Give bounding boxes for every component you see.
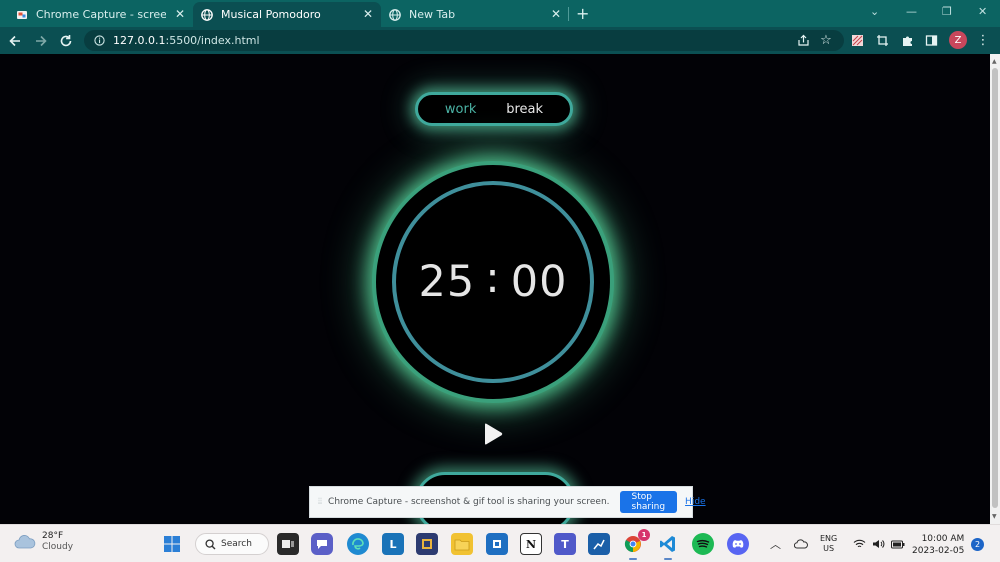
timer-minutes: 25 <box>418 257 476 307</box>
windows-taskbar: 28°F Cloudy Search L N T 1 ︿ ENG US 10:0… <box>0 524 1000 562</box>
bookmark-star-icon[interactable]: ☆ <box>817 32 835 49</box>
restore-button[interactable]: ❐ <box>942 5 952 18</box>
language-code: ENG <box>820 534 838 543</box>
task-view-icon[interactable] <box>277 533 299 555</box>
extensions-puzzle-icon[interactable] <box>898 32 916 49</box>
region-code: US <box>823 544 835 553</box>
close-tab-icon[interactable]: ✕ <box>551 8 561 20</box>
tab-separator <box>568 7 569 21</box>
info-icon[interactable] <box>94 35 105 46</box>
search-label: Search <box>221 539 252 549</box>
chrome-badge: 1 <box>638 529 650 541</box>
profile-avatar[interactable]: Z <box>949 31 967 49</box>
tab-chrome-capture[interactable]: Chrome Capture - screenshot & gif tool ✕ <box>8 2 193 27</box>
close-tab-icon[interactable]: ✕ <box>175 8 185 20</box>
reload-icon <box>60 34 72 46</box>
cloud-icon <box>14 535 36 549</box>
volume-icon[interactable] <box>872 525 885 562</box>
file-explorer-icon[interactable] <box>451 533 473 555</box>
weather-temperature: 28°F <box>42 531 64 541</box>
language-indicator[interactable]: ENG US <box>820 525 837 562</box>
vscode-icon[interactable] <box>657 533 679 560</box>
mouse-cursor-icon <box>502 280 514 294</box>
tab-title: Chrome Capture - screenshot & gif tool <box>36 8 166 21</box>
tab-title: New Tab <box>409 8 456 21</box>
windows-start-icon[interactable] <box>161 533 183 555</box>
tab-musical-pomodoro[interactable]: Musical Pomodoro ✕ <box>193 2 381 27</box>
notification-badge[interactable]: 2 <box>971 538 984 551</box>
browser-toolbar: 127.0.0.1:5500/index.html ☆ ⋮ <box>0 27 1000 54</box>
tab-title: Musical Pomodoro <box>221 8 321 21</box>
taskbar-search[interactable]: Search <box>195 533 269 555</box>
scroll-up-icon[interactable]: ▲ <box>992 58 997 65</box>
chrome-capture-icon <box>16 9 28 21</box>
mode-toggle: work break <box>415 92 573 126</box>
system-clock[interactable]: 10:00 AM 2023-02-05 <box>912 533 964 557</box>
mode-break-button[interactable]: break <box>506 102 543 117</box>
weather-widget[interactable]: 28°F Cloudy <box>14 531 73 553</box>
timer-separator: : <box>485 253 501 303</box>
globe-icon <box>389 8 401 21</box>
address-bar[interactable]: 127.0.0.1:5500/index.html <box>84 30 844 51</box>
sharing-message: Chrome Capture - screenshot & gif tool i… <box>328 497 610 507</box>
close-window-button[interactable]: ✕ <box>978 5 987 18</box>
battery-icon[interactable] <box>891 525 905 562</box>
lms-app-icon[interactable]: L <box>382 533 404 555</box>
clock-time: 10:00 AM <box>921 534 965 544</box>
timer-seconds: 00 <box>510 257 568 307</box>
teams-icon[interactable]: T <box>554 533 576 555</box>
menu-kebab-icon[interactable]: ⋮ <box>974 32 992 49</box>
screen: Chrome Capture - screenshot & gif tool ✕… <box>0 0 1000 562</box>
chrome-capture-extension-icon[interactable] <box>848 32 866 49</box>
store-app-icon[interactable] <box>486 533 508 555</box>
page-scrollbar[interactable]: ▲ ▼ <box>990 54 1000 524</box>
back-button[interactable] <box>6 32 24 49</box>
arrow-right-icon <box>36 35 47 46</box>
wifi-icon[interactable] <box>853 525 866 562</box>
globe-icon <box>201 8 213 21</box>
tab-strip: Chrome Capture - screenshot & gif tool ✕… <box>0 0 1000 27</box>
weather-condition: Cloudy <box>42 542 74 552</box>
drag-handle-icon[interactable]: ⦙⦙ <box>318 497 322 507</box>
spotify-icon[interactable] <box>692 533 714 555</box>
chat-icon[interactable] <box>311 533 333 555</box>
chart-app-icon[interactable] <box>588 533 610 555</box>
scroll-down-icon[interactable]: ▼ <box>992 513 997 520</box>
share-icon[interactable] <box>794 32 812 49</box>
forward-button[interactable] <box>32 32 50 49</box>
tab-new-tab[interactable]: New Tab ✕ <box>381 2 569 27</box>
crop-extension-icon[interactable] <box>873 32 891 49</box>
chrome-taskbar-icon[interactable]: 1 <box>622 529 650 560</box>
onedrive-cloud-icon[interactable] <box>794 525 808 562</box>
side-panel-icon[interactable] <box>922 32 940 49</box>
url-text: 127.0.0.1:5500/index.html <box>113 34 260 47</box>
discord-icon[interactable] <box>727 533 749 555</box>
scrollbar-thumb[interactable] <box>992 68 998 508</box>
clock-date: 2023-02-05 <box>912 546 965 556</box>
screen-sharing-notification: ⦙⦙ Chrome Capture - screenshot & gif too… <box>309 486 706 518</box>
arrow-left-icon <box>9 35 20 46</box>
url-path: :5500/index.html <box>165 34 260 47</box>
hide-link[interactable]: Hide <box>685 497 706 507</box>
stop-sharing-button[interactable]: Stop sharing <box>619 491 678 513</box>
tab-search-icon[interactable]: ⌄ <box>870 5 879 18</box>
notion-icon[interactable]: N <box>520 533 542 555</box>
minimize-button[interactable]: — <box>906 5 917 18</box>
edge-browser-icon[interactable] <box>347 533 369 555</box>
new-tab-button[interactable]: + <box>576 4 589 23</box>
url-host: 127.0.0.1 <box>113 34 166 47</box>
reload-button[interactable] <box>57 32 75 49</box>
chevron-up-icon[interactable]: ︿ <box>770 525 781 562</box>
page-viewport: work break 25 : 00 ⦙⦙ Chrome Capture - s… <box>0 54 990 524</box>
photo-app-icon[interactable] <box>416 533 438 555</box>
play-icon[interactable] <box>482 422 504 446</box>
mode-work-button[interactable]: work <box>445 102 476 117</box>
timer-display: 25 : 00 <box>392 181 594 383</box>
close-tab-icon[interactable]: ✕ <box>363 8 373 20</box>
search-icon <box>205 538 216 549</box>
